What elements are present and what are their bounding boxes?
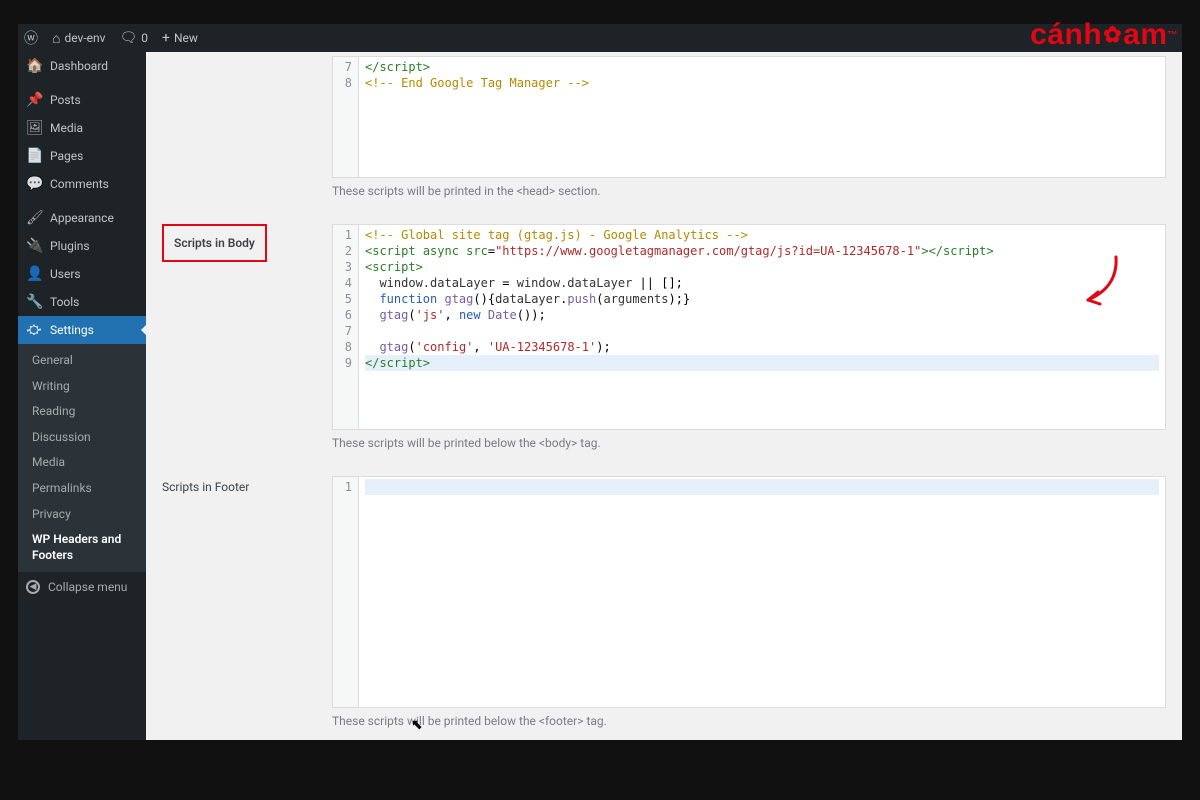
code-lines[interactable]: <!-- Global site tag (gtag.js) - Google … — [359, 225, 1165, 429]
brand-logo: cánh✿am™ — [1030, 18, 1178, 52]
wp-logo[interactable]: ⓦ — [24, 28, 38, 48]
submenu-media[interactable]: Media — [18, 450, 146, 476]
footer-help-text: These scripts will be printed below the … — [332, 708, 1166, 740]
comments-link[interactable]: 🗨 0 — [119, 30, 148, 46]
flower-icon: ✿ — [1103, 22, 1122, 48]
line-gutter: 78 — [333, 57, 359, 177]
user-icon: 👤 — [26, 266, 42, 282]
sidebar-item-plugins[interactable]: 🔌 Plugins — [18, 232, 146, 260]
sidebar-item-posts[interactable]: 📌 Posts — [18, 86, 146, 114]
brush-icon: 🖌 — [26, 210, 42, 226]
comment-icon: 💬 — [26, 176, 42, 192]
code-lines[interactable]: </script><!-- End Google Tag Manager --> — [359, 57, 1165, 177]
settings-icon: ⛮ — [26, 322, 42, 338]
body-code-editor[interactable]: 123456789 <!-- Global site tag (gtag.js)… — [332, 224, 1166, 430]
sidebar-item-users[interactable]: 👤 Users — [18, 260, 146, 288]
wrench-icon: 🔧 — [26, 294, 42, 310]
submenu-discussion[interactable]: Discussion — [18, 425, 146, 451]
cursor-icon: ⬉ — [411, 717, 423, 733]
collapse-icon: ◀ — [26, 580, 40, 594]
sidebar-item-settings[interactable]: ⛮ Settings — [18, 316, 146, 344]
wordpress-icon: ⓦ — [24, 28, 38, 48]
plus-icon: + — [162, 30, 170, 46]
media-icon: 🖼 — [26, 120, 42, 136]
page-icon: 📄 — [26, 148, 42, 164]
line-gutter: 123456789 — [333, 225, 359, 429]
new-link[interactable]: + New — [162, 30, 198, 46]
collapse-menu[interactable]: ◀ Collapse menu — [18, 572, 146, 602]
home-icon: ⌂ — [52, 30, 60, 47]
main-content: 78 </script><!-- End Google Tag Manager … — [146, 52, 1182, 740]
footer-code-editor[interactable]: 1 — [332, 476, 1166, 708]
comments-count: 0 — [141, 31, 148, 45]
submenu-writing[interactable]: Writing — [18, 374, 146, 400]
admin-bar: ⓦ ⌂ dev-env 🗨 0 + New — [18, 24, 1182, 52]
submenu-wp-headers-footers[interactable]: WP Headers and Footers — [18, 527, 146, 568]
body-help-text: These scripts will be printed below the … — [332, 430, 1166, 464]
dashboard-icon: 🏠 — [26, 58, 42, 74]
sidebar-item-dashboard[interactable]: 🏠 Dashboard — [18, 52, 146, 80]
submenu-permalinks[interactable]: Permalinks — [18, 476, 146, 502]
scripts-in-body-label: Scripts in Body — [162, 224, 267, 262]
sidebar-item-appearance[interactable]: 🖌 Appearance — [18, 204, 146, 232]
site-link[interactable]: ⌂ dev-env — [52, 30, 105, 47]
admin-sidebar: 🏠 Dashboard 📌 Posts 🖼 Media 📄 Pages — [18, 52, 146, 740]
sidebar-item-comments[interactable]: 💬 Comments — [18, 170, 146, 198]
submenu-privacy[interactable]: Privacy — [18, 502, 146, 528]
pin-icon: 📌 — [26, 92, 42, 108]
submenu-general[interactable]: General — [18, 348, 146, 374]
sidebar-item-tools[interactable]: 🔧 Tools — [18, 288, 146, 316]
sidebar-item-media[interactable]: 🖼 Media — [18, 114, 146, 142]
comment-icon: 🗨 — [119, 30, 137, 46]
site-name: dev-env — [64, 31, 105, 45]
sidebar-item-pages[interactable]: 📄 Pages — [18, 142, 146, 170]
head-code-editor[interactable]: 78 </script><!-- End Google Tag Manager … — [332, 56, 1166, 178]
settings-submenu: General Writing Reading Discussion Media… — [18, 344, 146, 572]
new-label: New — [174, 31, 198, 45]
head-help-text: These scripts will be printed in the <he… — [332, 178, 1166, 212]
plug-icon: 🔌 — [26, 238, 42, 254]
line-gutter: 1 — [333, 477, 359, 707]
code-lines[interactable] — [359, 477, 1165, 707]
scripts-in-footer-label: Scripts in Footer — [162, 476, 249, 494]
submenu-reading[interactable]: Reading — [18, 399, 146, 425]
